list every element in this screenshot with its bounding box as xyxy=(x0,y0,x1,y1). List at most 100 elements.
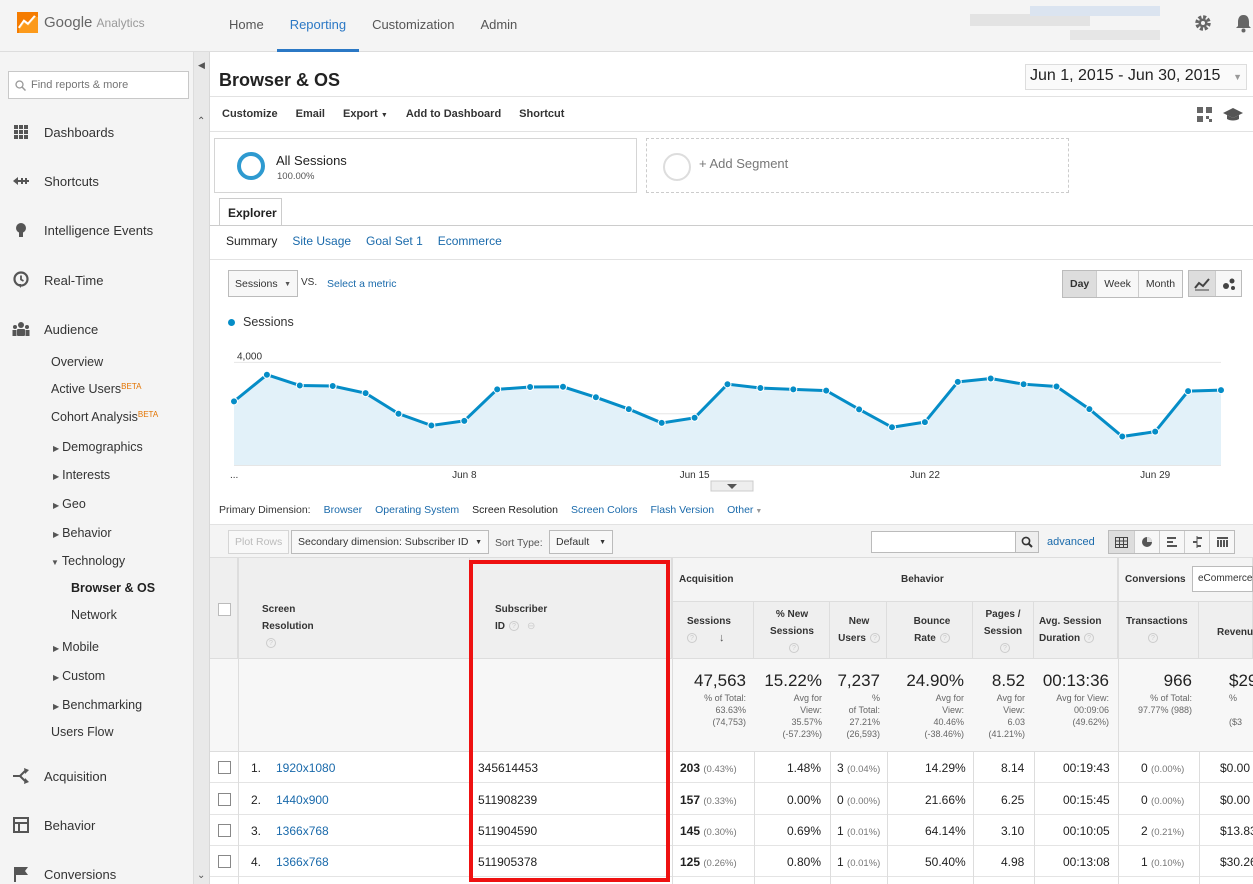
shortcut-button[interactable]: Shortcut xyxy=(519,108,564,120)
table-view-icon[interactable] xyxy=(1109,531,1134,553)
nav-reporting[interactable]: Reporting xyxy=(276,0,360,52)
sidebar-item-overview[interactable]: Overview xyxy=(51,355,103,369)
subtab-site-usage[interactable]: Site Usage xyxy=(292,234,351,248)
add-to-dashboard-button[interactable]: Add to Dashboard xyxy=(406,108,501,120)
search-input[interactable] xyxy=(31,79,181,91)
sidebar-item-benchmarking[interactable]: ▶ Benchmarking xyxy=(53,698,142,712)
collapse-left-icon[interactable]: ◀ xyxy=(198,60,205,71)
period-day[interactable]: Day xyxy=(1063,271,1097,297)
sidebar-item-demographics[interactable]: ▶ Demographics xyxy=(53,440,143,454)
col-header-transactions[interactable]: Transactions? xyxy=(1126,613,1188,647)
sidebar-item-active-users[interactable]: Active UsersBETA xyxy=(51,382,141,396)
sidebar-item-mobile[interactable]: ▶ Mobile xyxy=(53,640,99,654)
table-row[interactable]: 2. 1440x900 511908239 157 (0.33%) 0.00% … xyxy=(210,784,1253,815)
sidebar-item-audience[interactable]: Audience xyxy=(0,314,194,344)
sidebar-item-custom[interactable]: ▶ Custom xyxy=(53,669,105,683)
col-header-bounce-rate[interactable]: Bounce Rate? xyxy=(907,613,957,647)
nav-customization[interactable]: Customization xyxy=(359,0,467,52)
table-row[interactable]: 3. 1366x768 511904590 145 (0.30%) 0.69% … xyxy=(210,815,1253,846)
sidebar-item-behavior[interactable]: Behavior xyxy=(0,810,194,840)
dim-screen-colors[interactable]: Screen Colors xyxy=(571,504,638,516)
select-metric-link[interactable]: Select a metric xyxy=(327,278,396,290)
sidebar-item-cohort-analysis[interactable]: Cohort AnalysisBETA xyxy=(51,410,158,424)
sidebar-item-technology[interactable]: ▼ Technology xyxy=(51,554,125,568)
qr-grid-icon[interactable] xyxy=(1196,106,1213,123)
account-selector-blurred[interactable] xyxy=(970,6,1172,44)
screen-resolution-link[interactable]: 1920x1080 xyxy=(276,761,335,775)
motion-chart-icon[interactable] xyxy=(1215,271,1241,296)
sidebar-item-interests[interactable]: ▶ Interests xyxy=(53,468,110,482)
bar-view-icon[interactable] xyxy=(1159,531,1184,553)
dim-screen-resolution[interactable]: Screen Resolution xyxy=(472,504,558,516)
nav-admin[interactable]: Admin xyxy=(467,0,530,52)
email-button[interactable]: Email xyxy=(296,108,325,120)
conversion-type-select[interactable]: eCommerce xyxy=(1192,566,1253,592)
screen-resolution-link[interactable]: 1366x768 xyxy=(276,855,329,869)
sidebar-item-conversions[interactable]: Conversions xyxy=(0,859,194,884)
screen-resolution-link[interactable]: 1366x768 xyxy=(276,824,329,838)
bell-icon[interactable] xyxy=(1234,13,1253,33)
table-search-input[interactable] xyxy=(871,531,1016,553)
screen-resolution-link[interactable]: 1440x900 xyxy=(276,793,329,807)
dim-other[interactable]: Other ▼ xyxy=(727,504,762,516)
compare-view-icon[interactable] xyxy=(1184,531,1209,553)
sidebar-item-real-time[interactable]: Real-Time xyxy=(0,265,194,295)
plot-rows-button[interactable]: Plot Rows xyxy=(228,530,290,554)
sidebar-search[interactable] xyxy=(8,71,189,99)
col-header-avg-session-duration[interactable]: Avg. Session Duration? xyxy=(1039,613,1115,647)
col-header-pages-session[interactable]: Pages / Session? xyxy=(978,606,1028,657)
sort-type-select[interactable]: Default ▼ xyxy=(549,530,613,554)
sidebar-collapse-bar[interactable]: ◀ ⌃ ⌄ xyxy=(194,52,210,884)
nav-home[interactable]: Home xyxy=(216,0,277,52)
select-all-checkbox[interactable] xyxy=(218,603,231,616)
row-checkbox[interactable] xyxy=(218,761,231,774)
row-checkbox[interactable] xyxy=(218,824,231,837)
period-month[interactable]: Month xyxy=(1137,271,1183,297)
table-row[interactable]: 4. 1366x768 511905378 125 (0.26%) 0.80% … xyxy=(210,846,1253,877)
segment-all-sessions[interactable]: All Sessions 100.00% xyxy=(214,138,637,193)
metric-select[interactable]: Sessions ▼ xyxy=(228,270,298,297)
pie-view-icon[interactable] xyxy=(1134,531,1159,553)
dim-operating-system[interactable]: Operating System xyxy=(375,504,459,516)
sidebar-item-label: Acquisition xyxy=(44,768,107,784)
gear-icon[interactable] xyxy=(1194,14,1212,32)
col-header-new-users[interactable]: New Users? xyxy=(835,613,883,647)
subtab-ecommerce[interactable]: Ecommerce xyxy=(438,234,502,248)
secondary-dimension-select[interactable]: Secondary dimension: Subscriber ID ▼ xyxy=(291,530,489,554)
dim-flash-version[interactable]: Flash Version xyxy=(651,504,715,516)
dim-browser[interactable]: Browser xyxy=(324,504,363,516)
bounce-rate-value: 50.40% xyxy=(925,855,966,869)
scroll-up-icon[interactable]: ⌃ xyxy=(197,116,205,127)
add-segment-button[interactable]: + Add Segment xyxy=(646,138,1069,193)
sidebar-item-shortcuts[interactable]: Shortcuts xyxy=(0,166,194,196)
line-chart-icon[interactable] xyxy=(1189,271,1215,296)
pivot-view-icon[interactable] xyxy=(1209,531,1234,553)
sidebar-item-intelligence-events[interactable]: Intelligence Events xyxy=(0,215,194,245)
sidebar-item-dashboards[interactable]: Dashboards xyxy=(0,117,194,147)
scroll-down-icon[interactable]: ⌄ xyxy=(197,870,205,881)
row-checkbox[interactable] xyxy=(218,793,231,806)
col-header-sessions[interactable]: Sessions? ↓ xyxy=(687,613,731,647)
sidebar-item-behavior-sub[interactable]: ▶ Behavior xyxy=(53,526,112,540)
advanced-filter-link[interactable]: advanced xyxy=(1047,536,1095,548)
sidebar-item-network[interactable]: Network xyxy=(71,608,117,622)
row-checkbox[interactable] xyxy=(218,855,231,868)
date-range-picker[interactable]: Jun 1, 2015 - Jun 30, 2015 ▼ xyxy=(1025,64,1247,90)
col-header-new-sessions[interactable]: % New Sessions? xyxy=(763,606,821,657)
sidebar-item-acquisition[interactable]: Acquisition xyxy=(0,761,194,791)
subtab-summary[interactable]: Summary xyxy=(226,234,277,248)
period-week[interactable]: Week xyxy=(1096,271,1138,297)
col-header-revenue[interactable]: Revenue xyxy=(1217,624,1253,641)
subtab-goal-set-1[interactable]: Goal Set 1 xyxy=(366,234,423,248)
col-header-screen-resolution[interactable]: Screen Resolution? xyxy=(262,601,314,652)
sidebar-item-browser-os[interactable]: Browser & OS xyxy=(71,581,155,595)
tab-explorer[interactable]: Explorer xyxy=(219,198,282,226)
graduation-cap-icon[interactable] xyxy=(1223,106,1243,123)
customize-button[interactable]: Customize xyxy=(222,108,278,120)
table-search-button[interactable] xyxy=(1015,531,1039,553)
table-row[interactable]: 1. 1920x1080 345614453 203 (0.43%) 1.48%… xyxy=(210,752,1253,783)
sidebar-item-users-flow[interactable]: Users Flow xyxy=(51,725,114,739)
sidebar-item-geo[interactable]: ▶ Geo xyxy=(53,497,86,511)
export-button[interactable]: Export ▼ xyxy=(343,108,388,120)
google-analytics-logo[interactable]: Google Analytics xyxy=(17,12,145,33)
